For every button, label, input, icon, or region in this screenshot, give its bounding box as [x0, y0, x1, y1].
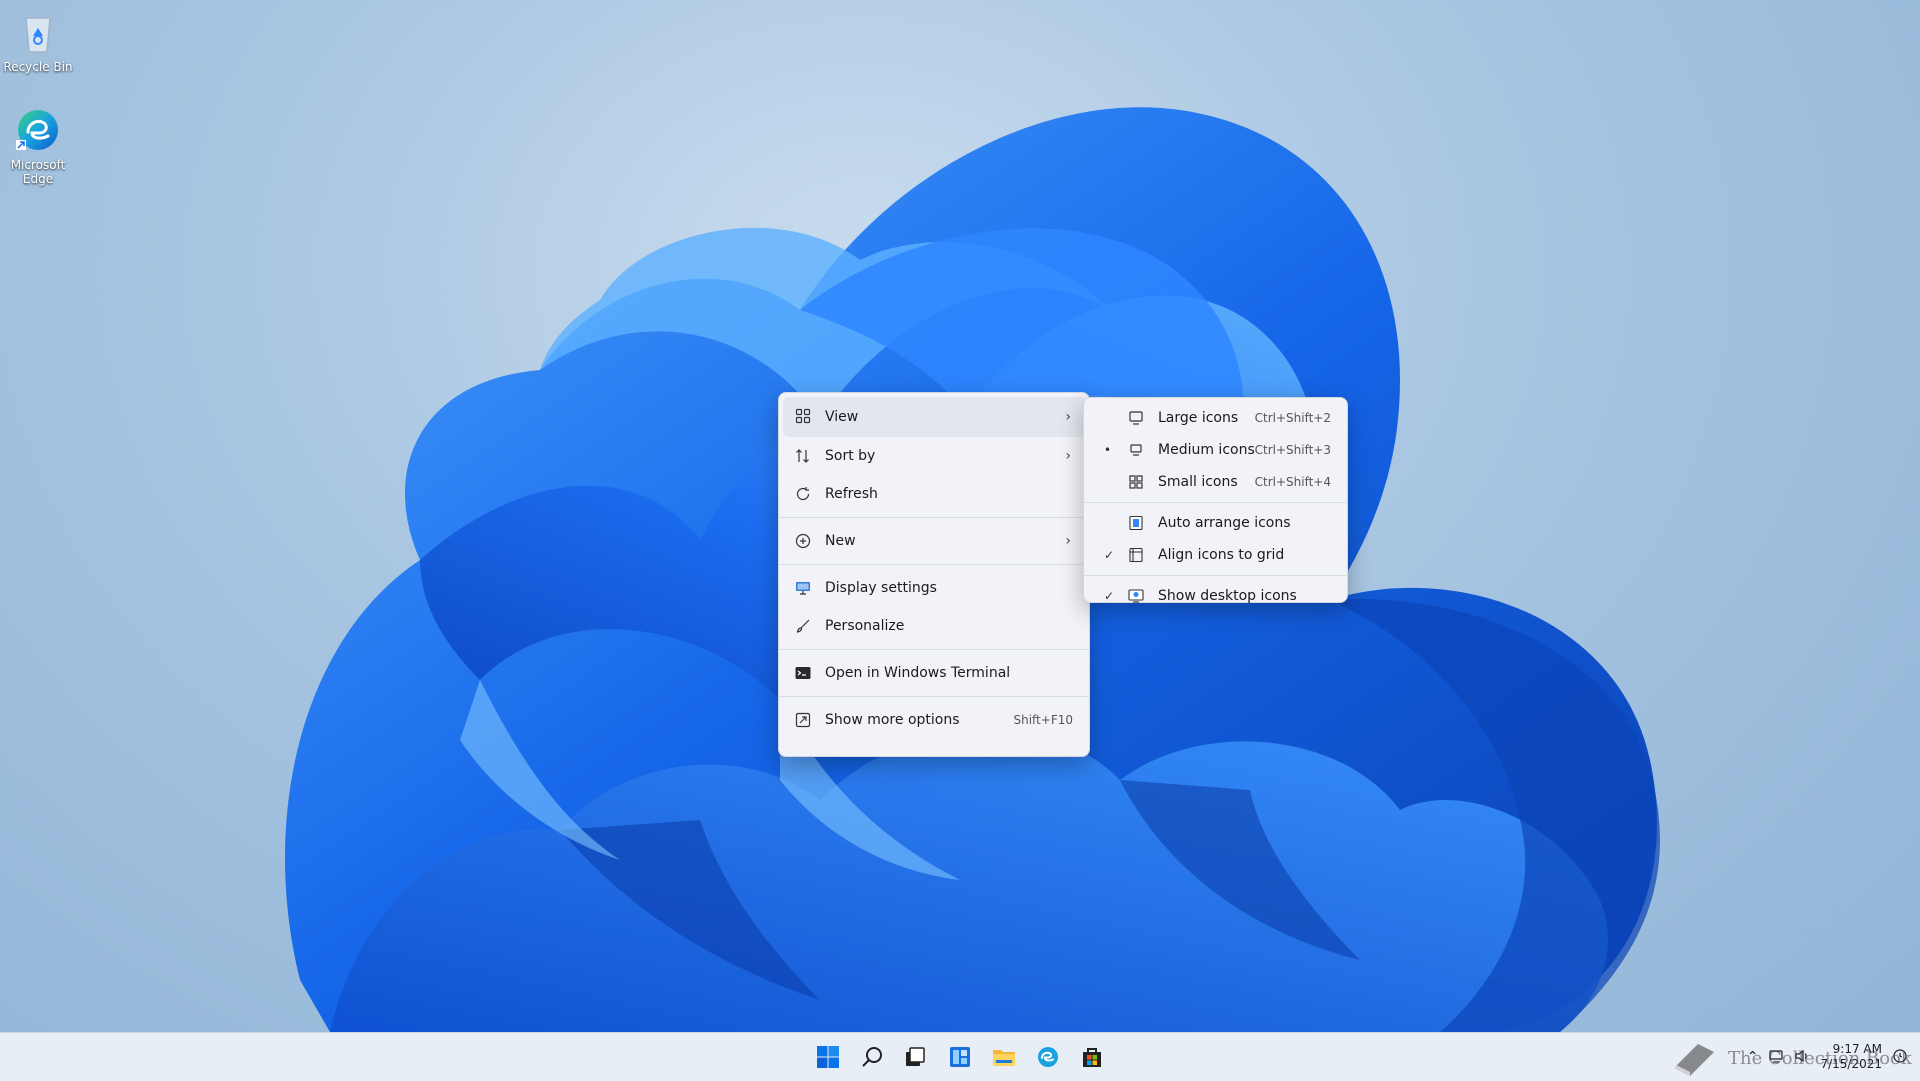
- chevron-right-icon: ›: [1065, 409, 1071, 425]
- task-view-button[interactable]: [899, 1041, 931, 1073]
- desktop-context-menu: View › Sort by › Refresh New › Display s…: [778, 392, 1090, 757]
- menu-item-display-settings[interactable]: Display settings: [783, 569, 1085, 607]
- menu-item-personalize[interactable]: Personalize: [783, 607, 1085, 645]
- monitor-icon: [1128, 442, 1144, 458]
- menu-item-label: Display settings: [825, 580, 937, 596]
- menu-item-label: New: [825, 533, 856, 549]
- menu-item-label: Personalize: [825, 618, 905, 634]
- monitor-icon: [1128, 410, 1144, 426]
- store-icon: [1083, 1048, 1101, 1067]
- shortcut-label: Ctrl+Shift+3: [1254, 443, 1331, 457]
- submenu-item-label: Small icons: [1158, 474, 1238, 490]
- store-button[interactable]: [1076, 1041, 1108, 1073]
- menu-item-refresh[interactable]: Refresh: [783, 475, 1085, 513]
- submenu-item-label: Medium icons: [1158, 442, 1255, 458]
- small-grid-icon: [1128, 474, 1144, 490]
- menu-item-view[interactable]: View ›: [783, 397, 1085, 437]
- menu-separator: [1084, 502, 1347, 503]
- widgets-button[interactable]: [944, 1041, 976, 1073]
- menu-item-label: Sort by: [825, 448, 876, 464]
- checkmark-icon: ✓: [1104, 548, 1115, 562]
- menu-separator: [779, 517, 1089, 518]
- shortcut-label: Ctrl+Shift+2: [1254, 411, 1331, 425]
- refresh-icon: [795, 486, 811, 502]
- menu-item-label: Refresh: [825, 486, 878, 502]
- menu-item-label: Open in Windows Terminal: [825, 665, 1011, 681]
- show-desktop-icon: [1128, 588, 1144, 604]
- submenu-item-small-icons[interactable]: Small icons Ctrl+Shift+4: [1088, 466, 1343, 498]
- align-grid-icon: [1128, 547, 1144, 563]
- auto-arrange-icon: [1128, 515, 1144, 531]
- submenu-item-label: Large icons: [1158, 410, 1239, 426]
- menu-separator: [1084, 575, 1347, 576]
- plus-circle-icon: [795, 533, 811, 549]
- submenu-item-label: Show desktop icons: [1158, 588, 1297, 604]
- menu-item-sort-by[interactable]: Sort by ›: [783, 437, 1085, 475]
- book-icon: [1674, 1044, 1714, 1076]
- terminal-icon: [795, 665, 811, 681]
- submenu-item-medium-icons[interactable]: • Medium icons Ctrl+Shift+3: [1088, 434, 1343, 466]
- edge-label: Microsoft Edge: [10, 158, 66, 186]
- submenu-item-auto-arrange[interactable]: Auto arrange icons: [1088, 507, 1343, 539]
- recycle-bin-label: Recycle Bin: [3, 60, 73, 74]
- desktop-icon-edge[interactable]: Microsoft Edge: [0, 106, 78, 186]
- menu-item-open-terminal[interactable]: Open in Windows Terminal: [783, 654, 1085, 692]
- recycle-bin-icon: [14, 8, 62, 56]
- submenu-item-label: Align icons to grid: [1158, 547, 1285, 563]
- menu-separator: [779, 649, 1089, 650]
- file-explorer-icon: [993, 1050, 1015, 1066]
- file-explorer-button[interactable]: [988, 1041, 1020, 1073]
- menu-item-label: Show more options: [825, 712, 960, 728]
- menu-separator: [779, 564, 1089, 565]
- menu-separator: [779, 696, 1089, 697]
- shortcut-label: Ctrl+Shift+4: [1254, 475, 1331, 489]
- bullet-icon: •: [1104, 443, 1112, 457]
- shortcut-label: Shift+F10: [1013, 713, 1073, 727]
- sort-icon: [795, 448, 811, 464]
- start-button[interactable]: [812, 1041, 844, 1073]
- widgets-icon: [950, 1047, 970, 1067]
- chevron-right-icon: ›: [1065, 448, 1071, 464]
- menu-item-show-more-options[interactable]: Show more options Shift+F10: [783, 701, 1085, 739]
- brush-icon: [795, 618, 811, 634]
- task-view-icon: [906, 1047, 925, 1066]
- watermark: The Collection Book: [1668, 1038, 1912, 1078]
- start-icon: [817, 1046, 839, 1068]
- view-submenu: Large icons Ctrl+Shift+2 • Medium icons …: [1083, 397, 1348, 604]
- watermark-text: The Collection Book: [1728, 1047, 1912, 1069]
- submenu-item-large-icons[interactable]: Large icons Ctrl+Shift+2: [1088, 402, 1343, 434]
- edge-taskbar-button[interactable]: [1032, 1041, 1064, 1073]
- submenu-item-label: Auto arrange icons: [1158, 515, 1291, 531]
- submenu-item-align-to-grid[interactable]: ✓ Align icons to grid: [1088, 539, 1343, 571]
- grid-icon: [795, 408, 811, 424]
- checkmark-icon: ✓: [1104, 589, 1115, 603]
- edge-icon: [1038, 1047, 1058, 1067]
- more-options-icon: [795, 712, 811, 728]
- menu-item-new[interactable]: New ›: [783, 522, 1085, 560]
- submenu-item-show-desktop-icons[interactable]: ✓ Show desktop icons: [1088, 580, 1343, 612]
- edge-icon: [14, 106, 62, 154]
- menu-item-label: View: [825, 409, 859, 425]
- taskbar: ⌃ 9:17 AM 7/15/2021: [0, 1032, 1920, 1081]
- search-button[interactable]: [856, 1041, 888, 1073]
- chevron-right-icon: ›: [1065, 533, 1071, 549]
- desktop-icon-recycle-bin[interactable]: Recycle Bin: [0, 8, 78, 74]
- display-icon: [795, 580, 811, 596]
- search-icon: [862, 1047, 882, 1067]
